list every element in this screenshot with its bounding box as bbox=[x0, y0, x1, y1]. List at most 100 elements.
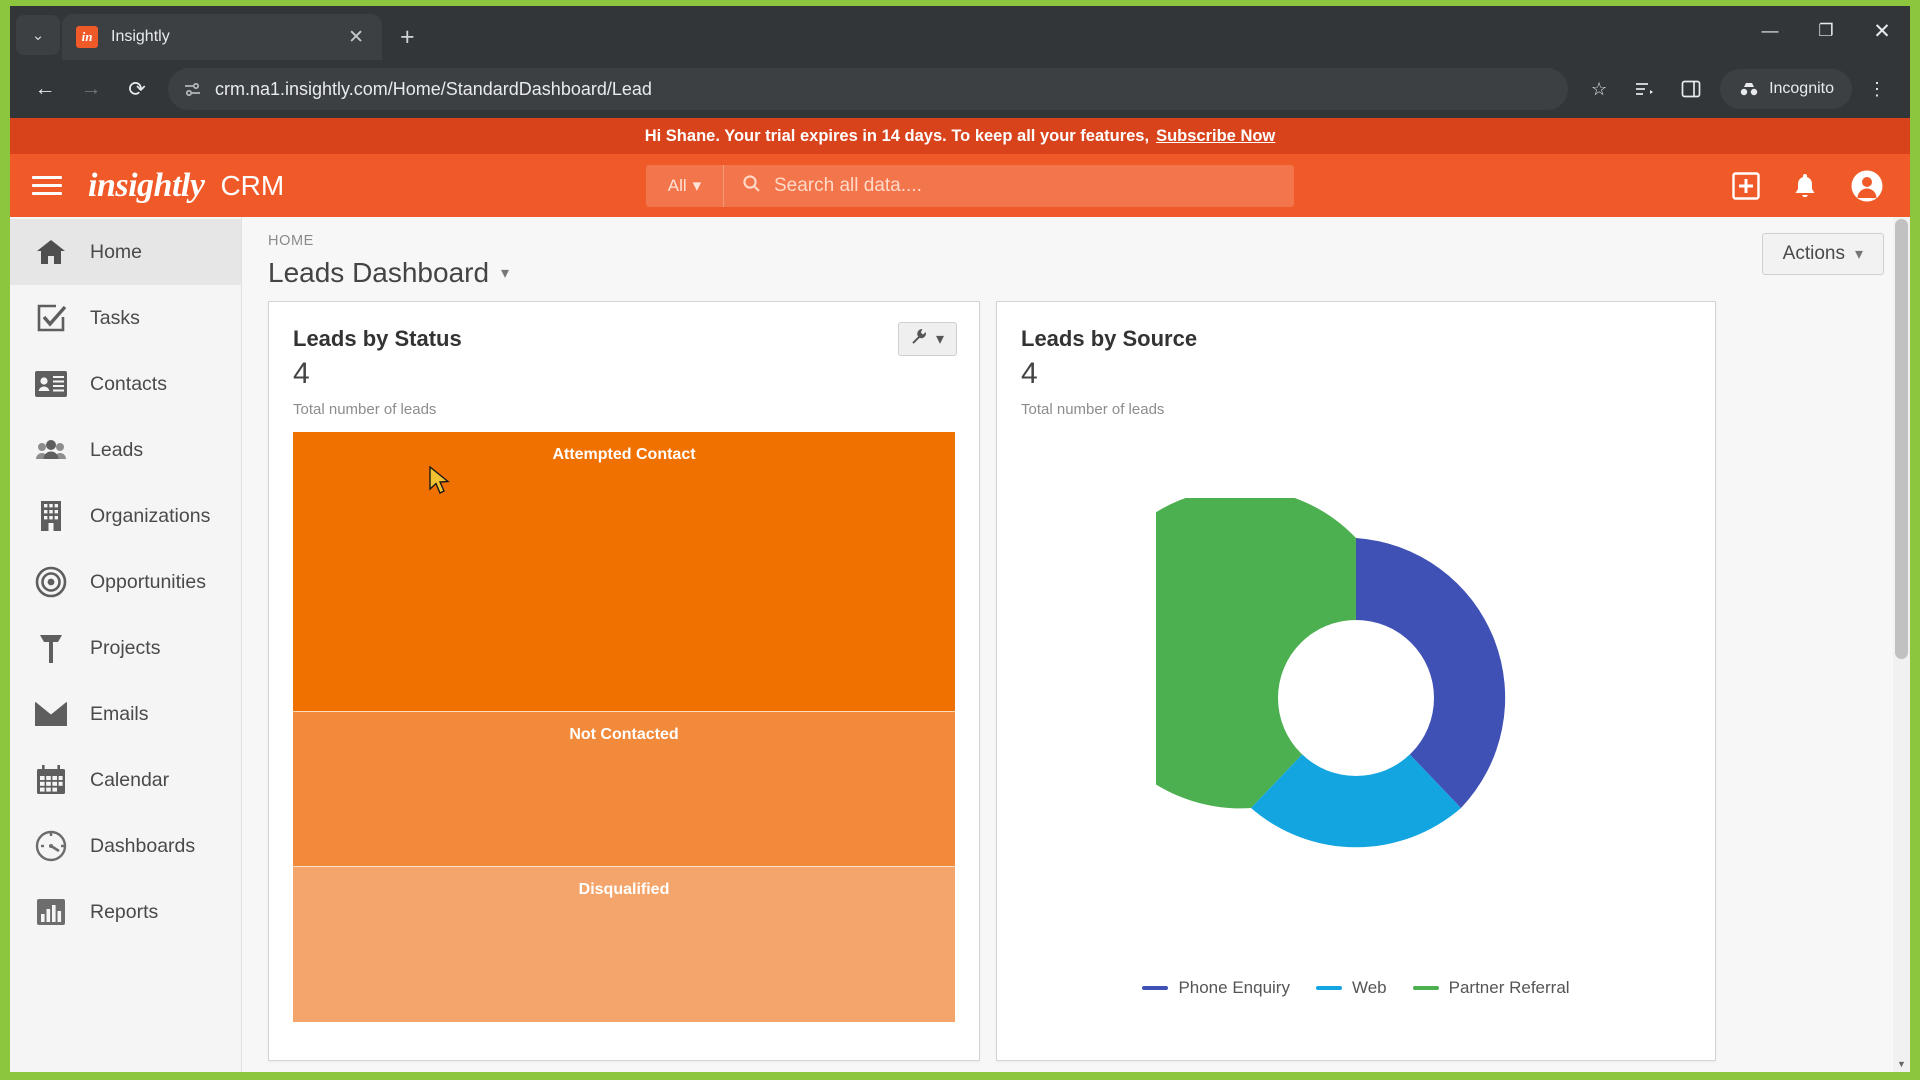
bar-chart-icon bbox=[34, 895, 68, 929]
minimize-button[interactable]: — bbox=[1742, 6, 1798, 56]
app-body: Home Tasks Contacts Leads Organizations … bbox=[10, 217, 1910, 1072]
browser-tab[interactable]: in Insightly ✕ bbox=[62, 14, 382, 60]
legend-label: Partner Referral bbox=[1448, 978, 1570, 997]
global-search[interactable]: All ▾ Search all data.... bbox=[646, 164, 1294, 207]
omnibox-actions: ☆ Incognito ⋮ bbox=[1568, 68, 1898, 110]
menu-hamburger-icon[interactable] bbox=[32, 176, 62, 195]
legend-item-phone-enquiry[interactable]: Phone Enquiry bbox=[1142, 978, 1290, 998]
task-check-icon bbox=[34, 301, 68, 335]
sidebar-item-label: Calendar bbox=[90, 768, 170, 791]
scrollbar-thumb[interactable] bbox=[1895, 219, 1908, 659]
sidebar-item-tasks[interactable]: Tasks bbox=[10, 285, 241, 351]
incognito-indicator[interactable]: Incognito bbox=[1720, 69, 1852, 109]
card-settings-button[interactable]: ▾ bbox=[897, 322, 957, 356]
chevron-down-icon: ▾ bbox=[935, 331, 944, 348]
new-tab-icon[interactable]: + bbox=[400, 25, 415, 50]
legend-swatch bbox=[1412, 986, 1439, 990]
sidebar-item-label: Contacts bbox=[90, 372, 167, 395]
app-header: insightly CRM All ▾ Search all data.... bbox=[10, 154, 1910, 217]
mouse-cursor bbox=[428, 465, 454, 501]
forward-icon[interactable]: → bbox=[68, 66, 114, 112]
page-scrollbar[interactable]: ▲ ▼ bbox=[1893, 217, 1910, 1072]
close-window-button[interactable]: ✕ bbox=[1854, 6, 1910, 56]
bar-segment-label: Not Contacted bbox=[569, 726, 679, 743]
maximize-button[interactable]: ❐ bbox=[1798, 6, 1854, 56]
insightly-logo[interactable]: insightly bbox=[88, 167, 205, 205]
donut-legend: Phone Enquiry Web Partner Referral bbox=[997, 978, 1715, 1002]
add-icon[interactable] bbox=[1732, 171, 1760, 200]
legend-item-partner-referral[interactable]: Partner Referral bbox=[1412, 978, 1570, 998]
sidebar-item-leads[interactable]: Leads bbox=[10, 417, 241, 483]
main-content: HOME Leads Dashboard ▾ Actions ▾ ▾ Leads… bbox=[242, 217, 1910, 1072]
card-subtitle: Total number of leads bbox=[1021, 401, 1165, 418]
sidebar-item-reports[interactable]: Reports bbox=[10, 879, 241, 945]
card-leads-by-status: ▾ Leads by Status 4 Total number of lead… bbox=[268, 301, 980, 1061]
sidebar-item-organizations[interactable]: Organizations bbox=[10, 483, 241, 549]
side-panel-icon[interactable] bbox=[1670, 68, 1712, 110]
incognito-label: Incognito bbox=[1769, 80, 1834, 97]
stacked-bar-chart: Attempted Contact Not Contacted Disquali… bbox=[293, 432, 955, 1022]
bar-segment-label: Attempted Contact bbox=[552, 446, 696, 463]
url-text: crm.na1.insightly.com/Home/StandardDashb… bbox=[215, 78, 652, 99]
favicon-insightly: in bbox=[76, 26, 98, 48]
page-header-row: HOME Leads Dashboard ▾ Actions ▾ bbox=[242, 217, 1910, 289]
bar-segment-not-contacted[interactable]: Not Contacted bbox=[293, 712, 955, 867]
sidebar-item-emails[interactable]: Emails bbox=[10, 681, 241, 747]
card-header: Leads by Source 4 Total number of leads bbox=[997, 302, 1715, 418]
legend-swatch bbox=[1142, 986, 1169, 990]
back-icon[interactable]: ← bbox=[22, 66, 68, 112]
sidebar-item-dashboards[interactable]: Dashboards bbox=[10, 813, 241, 879]
sidebar-item-label: Reports bbox=[90, 900, 159, 923]
close-tab-icon[interactable]: ✕ bbox=[344, 28, 368, 47]
bar-segment-disqualified[interactable]: Disqualified bbox=[293, 867, 955, 1022]
reading-list-icon[interactable] bbox=[1624, 68, 1666, 110]
sidebar-nav: Home Tasks Contacts Leads Organizations … bbox=[10, 217, 242, 1072]
chevron-down-icon: ▾ bbox=[692, 175, 702, 195]
breadcrumb[interactable]: HOME bbox=[268, 233, 509, 249]
bookmark-star-icon[interactable]: ☆ bbox=[1578, 68, 1620, 110]
header-action-icons bbox=[1732, 169, 1884, 203]
sidebar-item-label: Organizations bbox=[90, 504, 211, 527]
page-title[interactable]: Leads Dashboard ▾ bbox=[268, 257, 509, 289]
card-value: 4 bbox=[293, 357, 310, 390]
tab-search-icon[interactable]: ⌄ bbox=[16, 15, 60, 55]
search-scope-label: All bbox=[667, 175, 687, 195]
search-input[interactable]: Search all data.... bbox=[724, 174, 1294, 198]
sidebar-item-calendar[interactable]: Calendar bbox=[10, 747, 241, 813]
page-title-text: Leads Dashboard bbox=[268, 257, 490, 288]
browser-menu-icon[interactable]: ⋮ bbox=[1856, 68, 1898, 110]
bar-segment-label: Disqualified bbox=[578, 881, 670, 898]
chevron-down-icon: ▾ bbox=[501, 265, 510, 282]
legend-label: Web bbox=[1351, 978, 1387, 997]
sidebar-item-opportunities[interactable]: Opportunities bbox=[10, 549, 241, 615]
bell-icon[interactable] bbox=[1792, 172, 1818, 200]
sidebar-item-home[interactable]: Home bbox=[10, 219, 241, 285]
search-scope-dropdown[interactable]: All ▾ bbox=[646, 164, 724, 207]
hammer-icon bbox=[34, 631, 68, 665]
subscribe-now-link[interactable]: Subscribe Now bbox=[1156, 127, 1275, 146]
card-subtitle: Total number of leads bbox=[293, 401, 437, 418]
calendar-icon bbox=[34, 763, 68, 797]
sidebar-item-contacts[interactable]: Contacts bbox=[10, 351, 241, 417]
legend-item-web[interactable]: Web bbox=[1315, 978, 1387, 998]
sidebar-item-label: Emails bbox=[90, 702, 149, 725]
actions-button[interactable]: Actions ▾ bbox=[1761, 233, 1884, 275]
contact-card-icon bbox=[34, 367, 68, 401]
card-leads-by-source: Leads by Source 4 Total number of leads bbox=[996, 301, 1716, 1061]
account-icon[interactable] bbox=[1850, 169, 1884, 203]
people-icon bbox=[34, 433, 68, 467]
actions-button-label: Actions bbox=[1782, 243, 1845, 264]
desktop-background: ⌄ in Insightly ✕ + — ❐ ✕ ← → ⟳ crm.na1.i… bbox=[0, 0, 1920, 1080]
reload-icon[interactable]: ⟳ bbox=[114, 66, 160, 112]
bar-segment-attempted-contact[interactable]: Attempted Contact bbox=[293, 432, 955, 712]
page-info-icon[interactable] bbox=[184, 82, 201, 97]
scroll-down-arrow[interactable]: ▼ bbox=[1893, 1055, 1910, 1072]
window-controls: — ❐ ✕ bbox=[1742, 6, 1910, 56]
dashboard-cards: ▾ Leads by Status 4 Total number of lead… bbox=[242, 289, 1910, 1061]
trial-message: Hi Shane. Your trial expires in 14 days.… bbox=[644, 126, 1150, 145]
sidebar-item-projects[interactable]: Projects bbox=[10, 615, 241, 681]
address-bar[interactable]: crm.na1.insightly.com/Home/StandardDashb… bbox=[168, 68, 1569, 110]
omnibox-toolbar: ← → ⟳ crm.na1.insightly.com/Home/Standar… bbox=[10, 60, 1910, 118]
sidebar-item-label: Leads bbox=[90, 438, 144, 461]
card-value: 4 bbox=[1021, 357, 1038, 390]
